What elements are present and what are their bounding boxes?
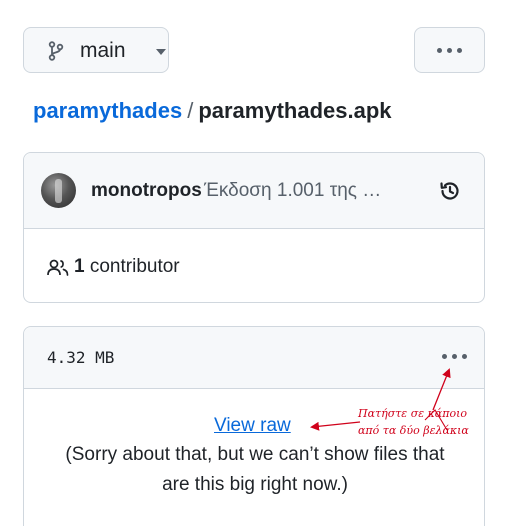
annotation-text-line2: από τα δύο βελάκια [358,424,469,437]
annotation-text-line1: Πατήστε σε κάποιο [358,407,468,420]
